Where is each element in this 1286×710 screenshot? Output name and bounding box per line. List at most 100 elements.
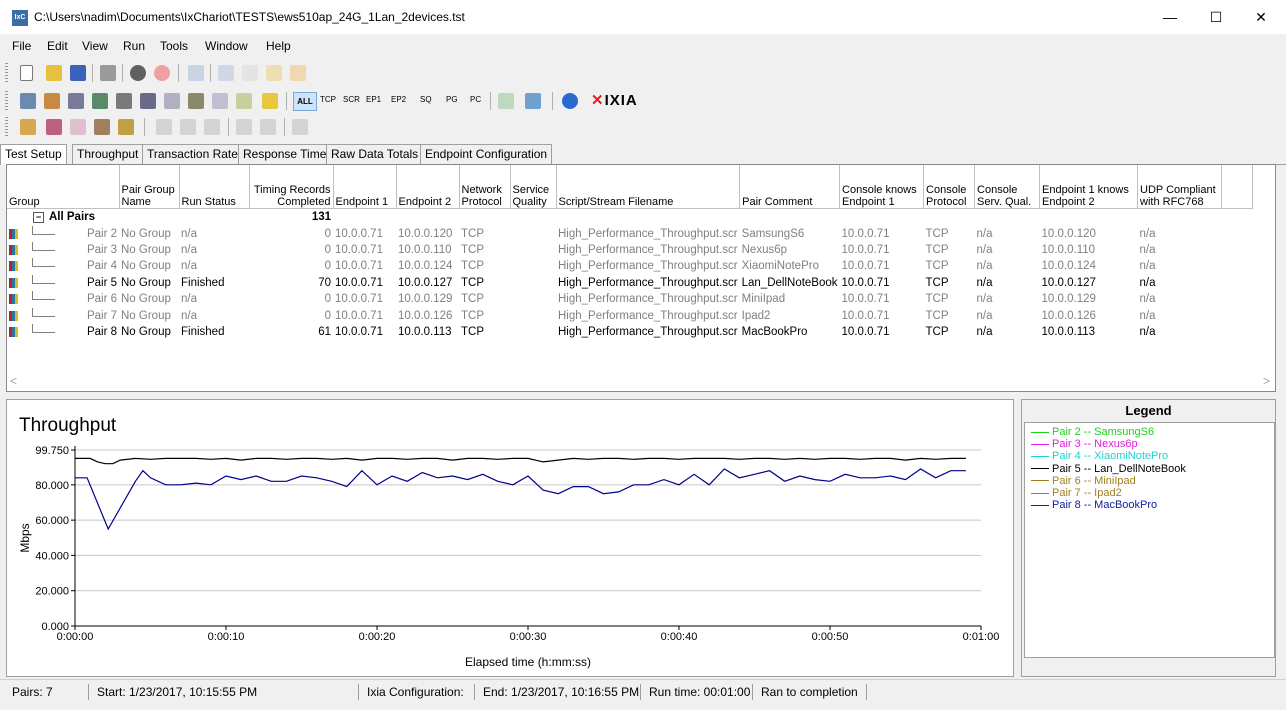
- sort-icon[interactable]: [262, 93, 278, 109]
- legend-item[interactable]: Pair 3 -- Nexus6p: [1031, 438, 1138, 450]
- menu-edit[interactable]: Edit: [47, 39, 68, 53]
- scroll-right-icon[interactable]: >: [1263, 374, 1270, 388]
- copy-icon[interactable]: [242, 65, 258, 81]
- add-voip-icon[interactable]: [68, 93, 84, 109]
- new-file-icon[interactable]: [20, 65, 33, 81]
- hardware-pair-icon[interactable]: [116, 93, 132, 109]
- table-row[interactable]: Pair 7 No Group n/a 0 10.0.0.71 10.0.0.126 TCP…: [7, 307, 1253, 323]
- table-row[interactable]: Pair 3 No Group n/a 0 10.0.0.71 10.0.0.110 TCP…: [7, 241, 1253, 258]
- stop-icon[interactable]: [154, 65, 170, 81]
- maximize-button[interactable]: ☐: [1193, 0, 1239, 34]
- minimize-button[interactable]: —: [1147, 0, 1193, 34]
- table-row[interactable]: Pair 8 No Group Finished 61 10.0.0.71 10.0.0.…: [7, 323, 1253, 340]
- filter-pg-button[interactable]: PG: [446, 95, 458, 104]
- filter-ep2-button[interactable]: EP2: [391, 95, 406, 104]
- tab-endpoint-configuration[interactable]: Endpoint Configuration: [420, 144, 553, 164]
- col-header-service-quality[interactable]: Service Quality: [510, 165, 557, 209]
- collapse-icon[interactable]: [292, 119, 308, 135]
- legend-list[interactable]: Pair 2 -- SamsungS6 Pair 3 -- Nexus6p Pair…: [1024, 422, 1275, 658]
- merge-icon[interactable]: [204, 119, 220, 135]
- pairs-grid[interactable]: Group Pair Group Name Run Status Timing …: [6, 164, 1276, 392]
- legend-item[interactable]: Pair 4 -- XiaomiNotePro: [1031, 450, 1168, 462]
- menu-tools[interactable]: Tools: [160, 39, 188, 53]
- filter-scr-button[interactable]: SCR: [343, 95, 360, 104]
- video-wizard-icon[interactable]: [94, 119, 110, 135]
- menu-run[interactable]: Run: [123, 39, 145, 53]
- col-header-group[interactable]: Group: [7, 165, 120, 209]
- col-header-network-protocol[interactable]: Network Protocol: [459, 165, 511, 209]
- col-header-console-knows-endpoint-1[interactable]: Console knows Endpoint 1: [839, 165, 925, 209]
- add-multicast-icon[interactable]: [44, 93, 60, 109]
- info-icon[interactable]: [562, 93, 578, 109]
- table-row[interactable]: Pair 6 No Group n/a 0 10.0.0.71 10.0.0.129 TCP…: [7, 291, 1253, 307]
- col-header-pair-comment[interactable]: Pair Comment: [739, 165, 841, 209]
- toolbar-grip[interactable]: [5, 117, 8, 137]
- unlink-icon[interactable]: [180, 119, 196, 135]
- link-icon[interactable]: [156, 119, 172, 135]
- filter-ep1-button[interactable]: EP1: [366, 95, 381, 104]
- col-header-console-protocol[interactable]: Console Protocol: [923, 165, 976, 209]
- split-icon[interactable]: [236, 119, 252, 135]
- paste-icon[interactable]: [266, 65, 282, 81]
- menu-window[interactable]: Window: [205, 39, 248, 53]
- export-icon[interactable]: [498, 93, 514, 109]
- grid-horizontal-scrollbar[interactable]: < >: [6, 372, 1274, 390]
- menu-view[interactable]: View: [82, 39, 108, 53]
- group-row-all-pairs[interactable]: − All Pairs 131: [7, 209, 1253, 226]
- legend-item[interactable]: Pair 8 -- MacBookPro: [1031, 499, 1157, 511]
- voip-wizard-icon[interactable]: [70, 119, 86, 135]
- col-header-run-status[interactable]: Run Status: [179, 165, 250, 209]
- console-protocol: TCP: [925, 325, 949, 338]
- multicast-wizard-icon[interactable]: [46, 119, 62, 135]
- legend-item[interactable]: Pair 5 -- Lan_DellNoteBook: [1031, 463, 1186, 475]
- tab-transaction-rate[interactable]: Transaction Rate: [142, 144, 243, 164]
- legend-item[interactable]: Pair 7 -- Ipad2: [1031, 487, 1122, 499]
- legend-item[interactable]: Pair 6 -- MiniIpad: [1031, 475, 1136, 487]
- pair-wizard-icon[interactable]: [20, 119, 36, 135]
- close-button[interactable]: ✕: [1238, 0, 1284, 34]
- col-header-endpoint-1[interactable]: Endpoint 1: [333, 165, 397, 209]
- rename-icon[interactable]: [188, 93, 204, 109]
- table-row[interactable]: Pair 5 No Group Finished 70 10.0.0.71 10.0.0.…: [7, 274, 1253, 291]
- tab-test-setup[interactable]: Test Setup: [0, 144, 67, 165]
- collapse-toggle-icon[interactable]: −: [33, 212, 44, 224]
- filter-all-button[interactable]: ALL: [293, 92, 317, 111]
- run-icon[interactable]: [130, 65, 146, 81]
- filter-pc-button[interactable]: PC: [470, 95, 481, 104]
- tab-throughput[interactable]: Throughput: [72, 144, 144, 164]
- group-icon[interactable]: [236, 93, 252, 109]
- legend-item[interactable]: Pair 2 -- SamsungS6: [1031, 426, 1154, 438]
- col-header-script-filename[interactable]: Script/Stream Filename: [556, 165, 741, 209]
- menu-help[interactable]: Help: [266, 39, 291, 53]
- tab-response-time[interactable]: Response Time: [238, 144, 332, 164]
- cut-icon[interactable]: [218, 65, 234, 81]
- filter-tcp-button[interactable]: TCP: [320, 95, 336, 104]
- tab-raw-data-totals[interactable]: Raw Data Totals: [326, 144, 424, 164]
- filter-sq-button[interactable]: SQ: [420, 95, 432, 104]
- chart-icon[interactable]: [525, 93, 541, 109]
- save-icon[interactable]: [70, 65, 86, 81]
- expand-icon[interactable]: [260, 119, 276, 135]
- app-wizard-icon[interactable]: [118, 119, 134, 135]
- table-row[interactable]: Pair 4 No Group n/a 0 10.0.0.71 10.0.0.124 TCP…: [7, 258, 1253, 274]
- scroll-left-icon[interactable]: <: [10, 374, 17, 388]
- col-header-endpoint-2[interactable]: Endpoint 2: [396, 165, 460, 209]
- swap-icon[interactable]: [212, 93, 228, 109]
- col-header-timing-records[interactable]: Timing Records Completed: [249, 165, 334, 209]
- col-header-udp-compliant[interactable]: UDP Compliant with RFC768: [1137, 165, 1223, 209]
- add-video-icon[interactable]: [92, 93, 108, 109]
- toolbar-grip[interactable]: [5, 63, 8, 83]
- edit-icon[interactable]: [164, 93, 180, 109]
- col-header-pair-group-name[interactable]: Pair Group Name: [119, 165, 180, 209]
- app-group-icon[interactable]: [140, 93, 156, 109]
- open-folder-icon[interactable]: [46, 65, 62, 81]
- delete-icon[interactable]: [290, 65, 306, 81]
- print-icon[interactable]: [100, 65, 116, 81]
- toolbar-grip[interactable]: [5, 91, 8, 111]
- add-pair-icon[interactable]: [20, 93, 36, 109]
- col-header-console-serv-qual[interactable]: Console Serv. Qual.: [974, 165, 1041, 209]
- table-row[interactable]: Pair 2 No Group n/a 0 10.0.0.71 10.0.0.120 TCP…: [7, 225, 1253, 241]
- email-icon[interactable]: [188, 65, 204, 81]
- menu-file[interactable]: File: [12, 39, 31, 53]
- col-header-endpoint-1-knows-endpoint-2[interactable]: Endpoint 1 knows Endpoint 2: [1039, 165, 1139, 209]
